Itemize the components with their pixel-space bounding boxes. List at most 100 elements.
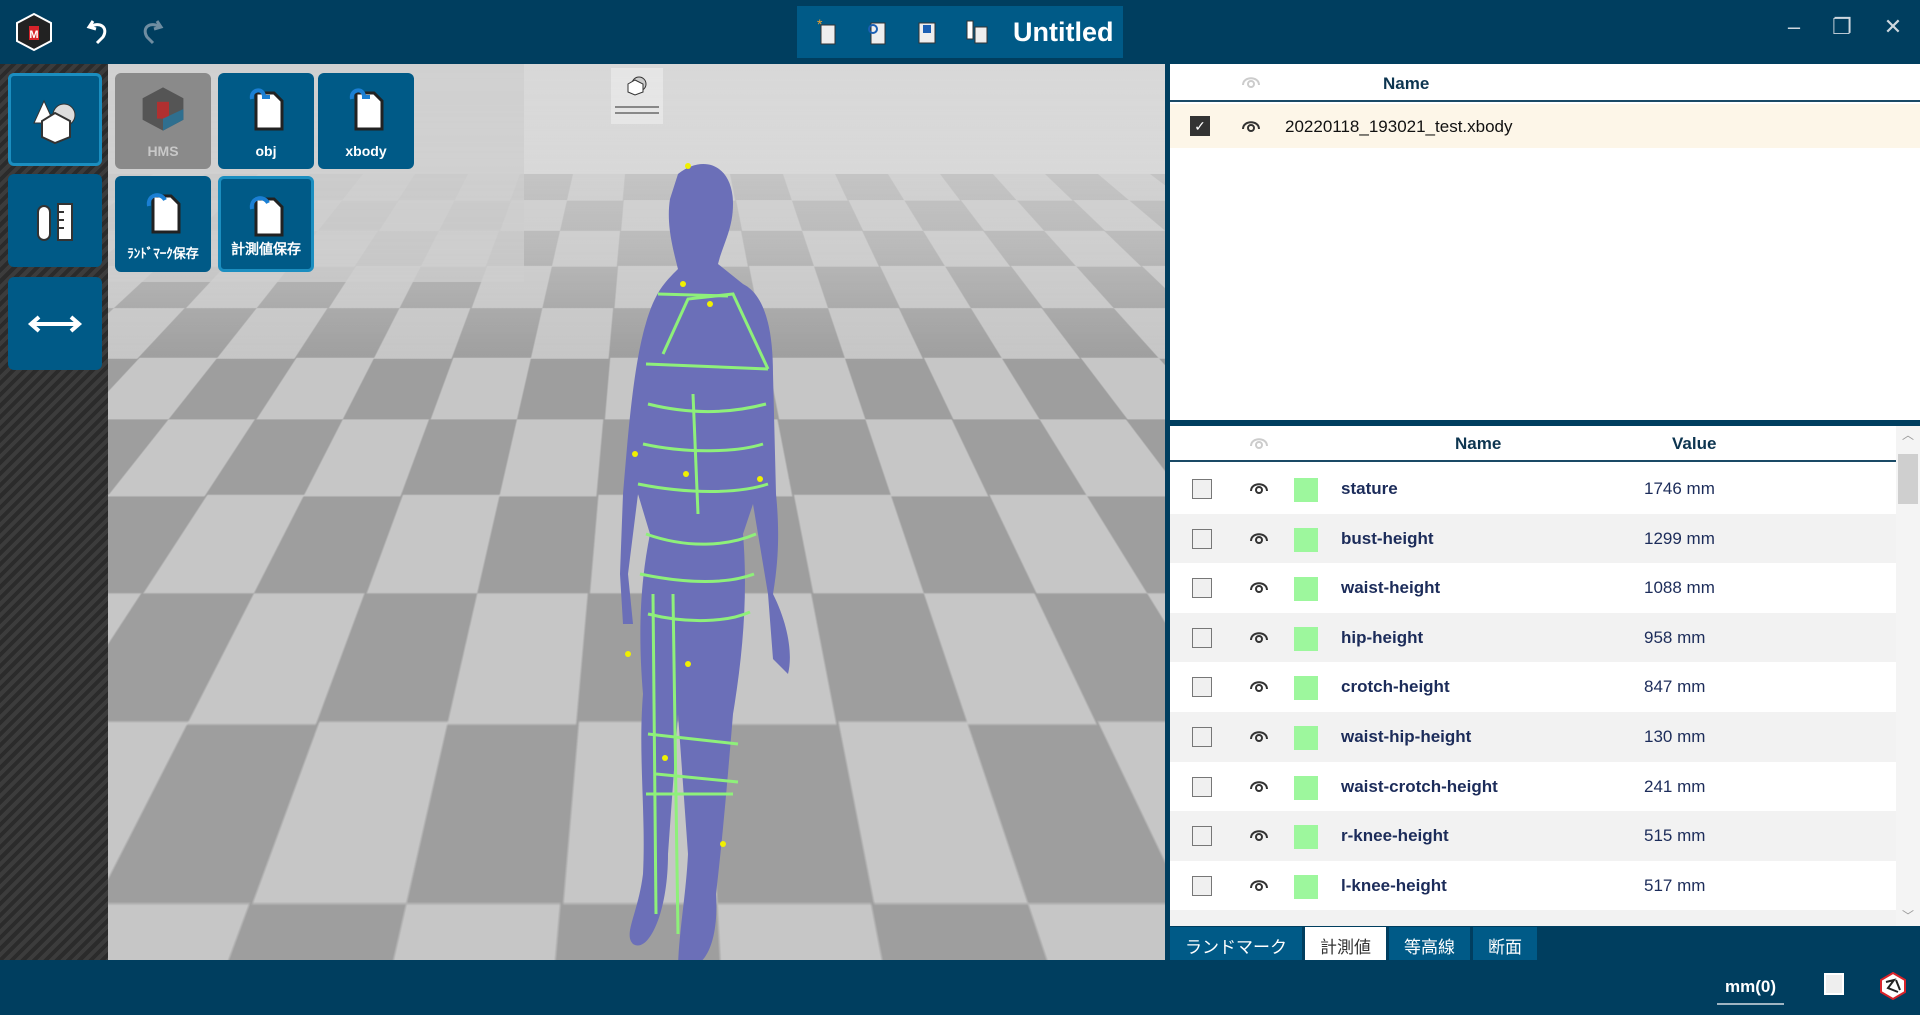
save-landmarks-label: ﾗﾝﾄﾞﾏｰｸ保存	[127, 243, 199, 262]
hms-button[interactable]: HMS	[115, 73, 211, 169]
new-file-icon[interactable]: *	[809, 14, 845, 50]
file-checkbox[interactable]: ✓	[1190, 116, 1210, 136]
view-cube-front[interactable]: F	[1004, 832, 1048, 882]
minimize-button[interactable]: –	[1774, 14, 1814, 40]
svg-text:M: M	[29, 29, 38, 41]
tab-sections[interactable]: 断面	[1473, 927, 1537, 960]
name-header: Name	[1455, 434, 1501, 454]
undo-icon[interactable]	[82, 14, 114, 50]
shapes-icon[interactable]	[8, 73, 102, 166]
document-title: Untitled	[1013, 17, 1114, 48]
color-swatch[interactable]	[1294, 627, 1318, 651]
measurement-name: hip-height	[1341, 628, 1423, 648]
body-model[interactable]	[528, 154, 908, 960]
bottom-tabs: ランドマーク 計測値 等高線 断面	[1170, 927, 1537, 960]
measurement-value: 1299 mm	[1644, 529, 1715, 549]
file-list-header: Name	[1170, 64, 1920, 102]
measurement-name: bust-height	[1341, 529, 1434, 549]
restore-button[interactable]: ❐	[1822, 14, 1862, 40]
table-row[interactable]: crotch-height 847 mm	[1170, 662, 1898, 712]
measurement-value: 130 mm	[1644, 727, 1705, 747]
units-selector[interactable]: mm(0)	[1717, 977, 1784, 1005]
tab-measurements[interactable]: 計測値	[1305, 927, 1386, 960]
eye-icon[interactable]	[1248, 776, 1270, 792]
row-checkbox[interactable]	[1192, 727, 1212, 747]
eye-icon[interactable]	[1248, 726, 1270, 742]
view-mode-widget[interactable]	[611, 68, 663, 124]
table-row[interactable]: waist-crotch-height 241 mm	[1170, 762, 1898, 812]
svg-text:*: *	[817, 17, 823, 32]
redo-icon[interactable]	[136, 14, 168, 50]
left-sidebar	[0, 64, 108, 960]
file-name-header: Name	[1383, 74, 1429, 94]
save-icon[interactable]	[909, 14, 945, 50]
save-as-icon[interactable]	[959, 14, 995, 50]
measurement-rows: stature 1746 mm bust-height 1299 mm waist-he…	[1170, 464, 1898, 926]
scrollbar-thumb[interactable]	[1898, 454, 1918, 504]
app-logo-icon[interactable]	[1880, 972, 1906, 1000]
view-cube-right[interactable]: R	[1048, 821, 1061, 879]
eye-icon	[1248, 433, 1270, 449]
color-swatch[interactable]	[1294, 528, 1318, 552]
color-swatch[interactable]	[1294, 676, 1318, 700]
tab-landmarks[interactable]: ランドマーク	[1170, 927, 1302, 960]
view-shapes-icon	[625, 74, 649, 96]
measurement-value: 958 mm	[1644, 628, 1705, 648]
eye-icon[interactable]	[1248, 528, 1270, 544]
scroll-down-icon[interactable]: ﹀	[1896, 907, 1920, 924]
eye-icon[interactable]	[1248, 577, 1270, 593]
file-row[interactable]: ✓ 20220118_193021_test.xbody	[1170, 104, 1920, 148]
color-swatch[interactable]	[1294, 825, 1318, 849]
eye-icon[interactable]	[1248, 478, 1270, 494]
measurement-name: l-knee-height	[1341, 876, 1447, 896]
save-measurements-button[interactable]: 計測値保存	[218, 176, 314, 272]
import-xbody-button[interactable]: xbody	[318, 73, 414, 169]
row-checkbox[interactable]	[1192, 529, 1212, 549]
import-obj-button[interactable]: obj	[218, 73, 314, 169]
color-swatch[interactable]	[1294, 478, 1318, 502]
row-checkbox[interactable]	[1192, 777, 1212, 797]
table-row[interactable]: bust-height 1299 mm	[1170, 514, 1898, 564]
frame-toggle-icon[interactable]	[1824, 973, 1844, 995]
row-checkbox[interactable]	[1192, 628, 1212, 648]
table-row[interactable]: r-knee-height 515 mm	[1170, 811, 1898, 861]
measurement-name: waist-height	[1341, 578, 1440, 598]
eye-icon[interactable]	[1248, 627, 1270, 643]
table-row[interactable]: waist-hip-height 130 mm	[1170, 712, 1898, 762]
color-swatch[interactable]	[1294, 875, 1318, 899]
row-checkbox[interactable]	[1192, 876, 1212, 896]
measure-arrows-icon[interactable]	[8, 277, 102, 370]
color-swatch[interactable]	[1294, 577, 1318, 601]
measurement-value: 1088 mm	[1644, 578, 1715, 598]
measurement-value: 241 mm	[1644, 777, 1705, 797]
save-measurements-label: 計測値保存	[231, 239, 301, 259]
open-file-icon[interactable]	[859, 14, 895, 50]
save-landmarks-button[interactable]: ﾗﾝﾄﾞﾏｰｸ保存	[115, 176, 211, 272]
scrollbar[interactable]: ︿ ﹀	[1896, 426, 1920, 926]
eye-icon[interactable]	[1240, 116, 1262, 132]
file-name: 20220118_193021_test.xbody	[1285, 117, 1513, 137]
eye-icon[interactable]	[1248, 825, 1270, 841]
measurement-name: waist-crotch-height	[1341, 777, 1498, 797]
hms-logo-icon[interactable]: M	[12, 10, 56, 54]
table-row[interactable]: l-knee-height 517 mm	[1170, 861, 1898, 911]
tab-contours[interactable]: 等高線	[1389, 927, 1470, 960]
row-checkbox[interactable]	[1192, 677, 1212, 697]
eye-icon[interactable]	[1248, 676, 1270, 692]
table-row[interactable]: stature 1746 mm	[1170, 464, 1898, 514]
close-button[interactable]: ✕	[1873, 14, 1913, 40]
eye-icon[interactable]	[1248, 875, 1270, 891]
pencil-ruler-icon[interactable]	[8, 174, 102, 267]
color-swatch[interactable]	[1294, 776, 1318, 800]
right-panel: Name ✓ 20220118_193021_test.xbody Name V…	[1165, 64, 1920, 960]
3d-viewport[interactable]: HMS obj xbody ﾗﾝﾄﾞﾏｰｸ保存 計測値保存 C F R	[108, 64, 1165, 960]
table-row[interactable]: hip-height 958 mm	[1170, 613, 1898, 663]
row-checkbox[interactable]	[1192, 479, 1212, 499]
row-checkbox[interactable]	[1192, 826, 1212, 846]
row-checkbox[interactable]	[1192, 578, 1212, 598]
table-row[interactable]: waist-height 1088 mm	[1170, 563, 1898, 613]
measurements-table: Name Value stature 1746 mm bust-height 1299…	[1170, 426, 1920, 926]
color-swatch[interactable]	[1294, 726, 1318, 750]
measurement-value: 847 mm	[1644, 677, 1705, 697]
scroll-up-icon[interactable]: ︿	[1896, 426, 1920, 443]
